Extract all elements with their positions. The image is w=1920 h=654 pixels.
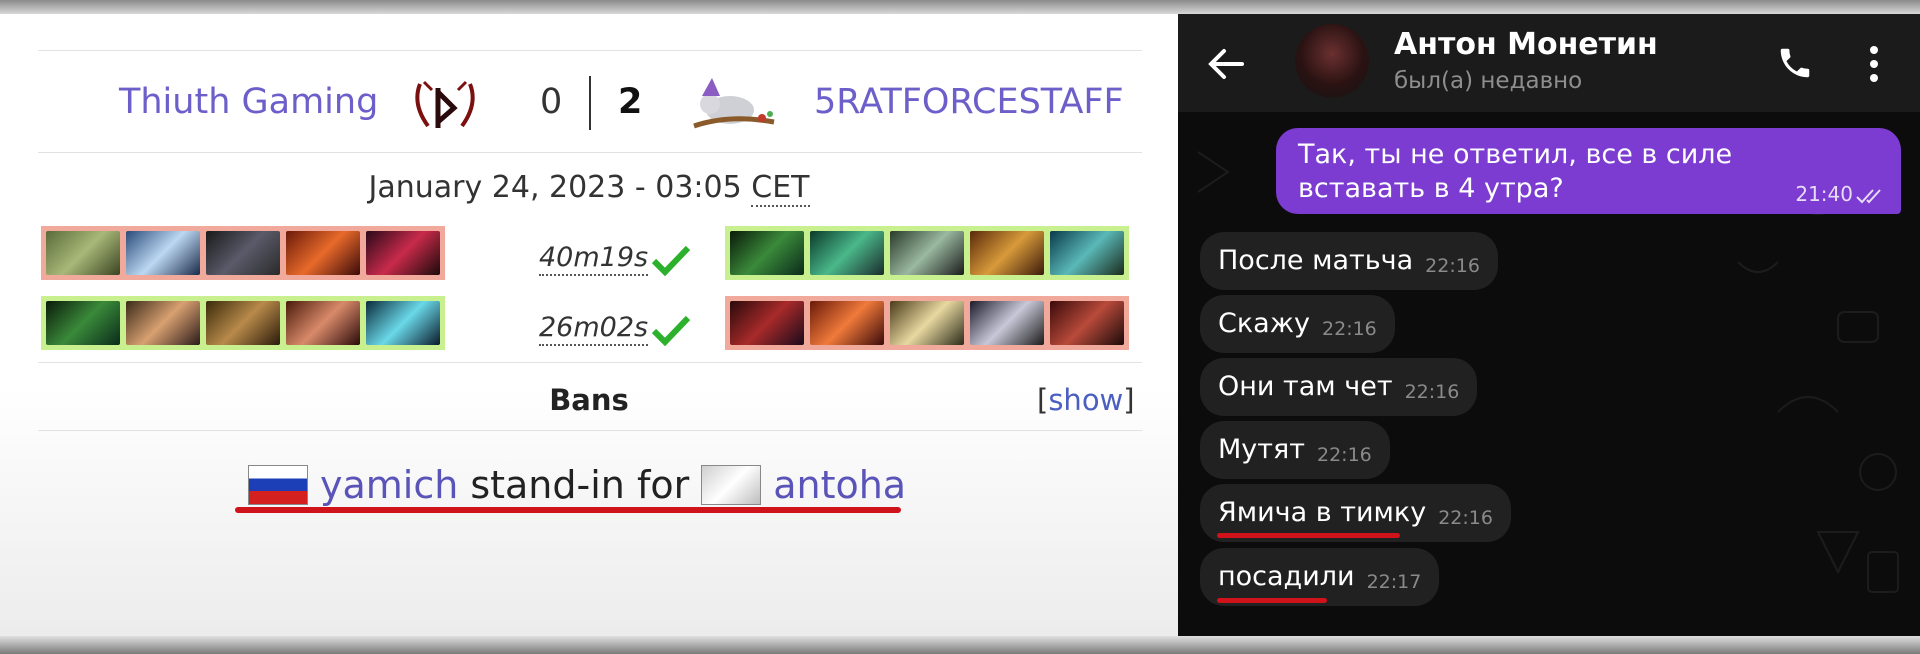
unknown-flag-icon — [701, 465, 762, 505]
message-text: Так, ты не ответил, все в силе вставать … — [1298, 139, 1733, 204]
hero-portrait[interactable] — [890, 301, 964, 345]
divider — [38, 50, 1142, 51]
avatar[interactable] — [1295, 24, 1369, 98]
message-time: 22:16 — [1425, 255, 1480, 277]
hero-portrait[interactable] — [286, 301, 360, 345]
message-time: 22:16 — [1404, 381, 1460, 403]
hero-portrait[interactable] — [730, 301, 804, 345]
hero-portrait[interactable] — [810, 301, 884, 345]
message-text: Ямича в тимку — [1218, 497, 1427, 528]
bracket-open: [ — [1037, 383, 1049, 417]
message-text: После матьча — [1218, 245, 1414, 276]
outgoing-message[interactable]: Так, ты не ответил, все в силе вставать … — [1276, 128, 1901, 214]
incoming-message[interactable]: Они там чет 22:16 — [1200, 358, 1478, 416]
team-left-name[interactable]: Thiuth Gaming — [119, 80, 378, 124]
win-check-icon — [651, 245, 691, 276]
hero-portrait[interactable] — [730, 231, 804, 275]
message-text: Они там чет — [1218, 371, 1393, 402]
highlight-underline — [1217, 533, 1400, 538]
more-options-icon[interactable] — [1868, 44, 1880, 84]
timezone-abbr[interactable]: CET — [751, 170, 810, 207]
hero-portrait[interactable] — [366, 231, 440, 275]
divider — [38, 152, 1142, 153]
chat-header: Антон Монетин был(а) недавно — [1178, 14, 1920, 112]
divider — [38, 430, 1142, 431]
message-text: Мутят — [1218, 434, 1305, 465]
bracket-close: ] — [1123, 383, 1135, 417]
russia-flag-icon — [248, 465, 308, 505]
back-arrow-icon[interactable] — [1206, 44, 1246, 84]
message-time: 21:40 — [1795, 182, 1853, 206]
hero-portrait[interactable] — [890, 231, 964, 275]
hero-portrait[interactable] — [810, 231, 884, 275]
message-text: Скажу — [1218, 308, 1311, 339]
chat-panel: Антон Монетин был(а) недавно Так, ты не … — [1178, 14, 1920, 636]
screenshot-frame-bottom — [0, 636, 1920, 654]
standin-notice: yamich stand-in for antoha — [248, 460, 906, 510]
game2-right-picks — [725, 296, 1129, 350]
message-time: 22:16 — [1438, 507, 1493, 529]
win-check-icon — [651, 315, 691, 346]
score-separator — [589, 76, 591, 130]
show-bans-toggle[interactable]: [show] — [1037, 380, 1135, 420]
screenshot-frame-top — [0, 0, 1920, 14]
contact-name[interactable]: Антон Монетин — [1394, 26, 1658, 64]
hero-portrait[interactable] — [970, 301, 1044, 345]
hero-portrait[interactable] — [126, 231, 200, 275]
divider — [38, 362, 1142, 363]
incoming-message[interactable]: Мутят 22:16 — [1200, 421, 1390, 479]
bans-heading: Bans — [549, 383, 629, 417]
message-text: посадили — [1218, 561, 1355, 592]
hero-portrait[interactable] — [46, 231, 120, 275]
hero-portrait[interactable] — [126, 301, 200, 345]
score-right: 2 — [618, 82, 643, 122]
hero-portrait[interactable] — [970, 231, 1044, 275]
message-time: 22:16 — [1316, 444, 1372, 466]
match-date: January 24, 2023 - 03:05 CET — [0, 168, 1178, 208]
incoming-message[interactable]: После матьча 22:16 — [1200, 232, 1498, 290]
match-date-text: January 24, 2023 - 03:05 — [368, 170, 742, 205]
hero-portrait[interactable] — [366, 301, 440, 345]
show-link[interactable]: show — [1048, 383, 1123, 417]
team-right-name[interactable]: 5RATFORCESTAFF — [814, 80, 1124, 124]
message-time: 22:17 — [1366, 571, 1422, 593]
highlight-underline — [1217, 598, 1327, 603]
game1-left-picks — [41, 226, 445, 280]
phone-icon[interactable] — [1776, 44, 1814, 82]
hero-portrait[interactable] — [1050, 301, 1124, 345]
game1-duration[interactable]: 40m19s — [539, 242, 649, 276]
hero-portrait[interactable] — [206, 231, 280, 275]
message-time: 22:16 — [1322, 318, 1377, 340]
standin-middle-text: stand-in for — [470, 463, 690, 507]
team-right-logo-icon — [693, 78, 775, 129]
hero-portrait[interactable] — [46, 301, 120, 345]
hero-portrait[interactable] — [1050, 231, 1124, 275]
game2-left-picks — [41, 296, 445, 350]
hero-portrait[interactable] — [286, 231, 360, 275]
incoming-message[interactable]: Скажу 22:16 — [1200, 295, 1395, 353]
match-panel: Thiuth Gaming 0 2 5RATFORCESTAFF January… — [0, 14, 1178, 636]
replaced-player-link[interactable]: antoha — [773, 460, 906, 510]
read-checkmarks-icon — [1856, 189, 1881, 204]
contact-status: был(а) недавно — [1394, 68, 1583, 94]
standin-player-link[interactable]: yamich — [320, 460, 458, 510]
game1-right-picks — [725, 226, 1129, 280]
score-left: 0 — [540, 82, 563, 122]
team-left-logo-icon — [415, 80, 475, 128]
highlight-underline — [235, 507, 901, 513]
hero-portrait[interactable] — [206, 301, 280, 345]
game2-duration[interactable]: 26m02s — [539, 312, 649, 346]
